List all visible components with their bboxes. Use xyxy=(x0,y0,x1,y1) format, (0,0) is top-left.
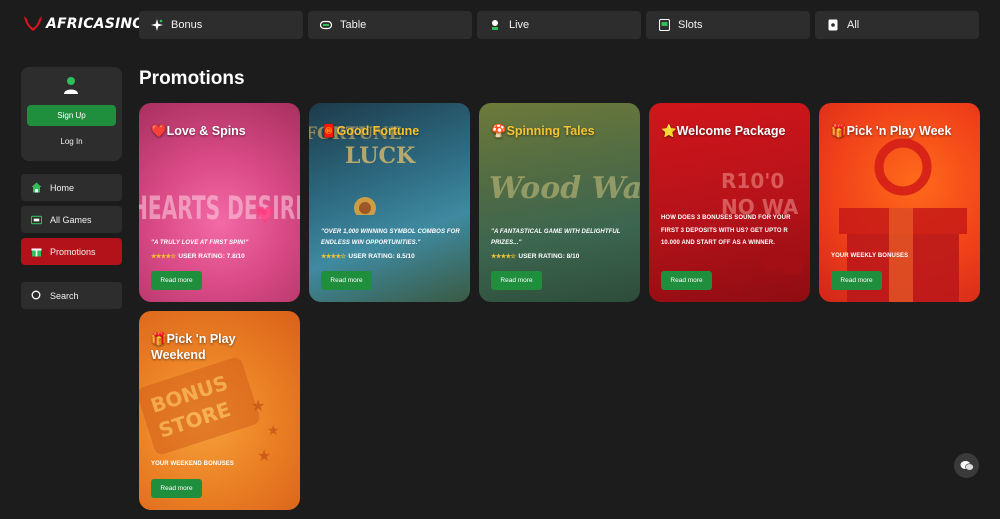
gift-icon: 🎁 xyxy=(151,332,167,346)
card-description: "A truly love at first spin!" xyxy=(151,240,249,246)
nav-slots-label: Slots xyxy=(678,19,703,31)
card-title: ⭐Welcome Package xyxy=(661,124,786,138)
card-rating: ★★★★☆ USER RATING: 7.8/10 xyxy=(151,253,245,260)
sign-up-button[interactable]: Sign Up xyxy=(27,105,116,126)
card-title: 🎁Pick 'n Play Weekend xyxy=(151,332,236,362)
search-icon xyxy=(31,290,42,301)
card-rating: ★★★★☆ USER RATING: 8/10 xyxy=(491,253,580,260)
card-description: Your weekend bonuses xyxy=(151,461,235,467)
sidebar-item-all-games-label: All Games xyxy=(50,214,92,225)
card-title: ❤️Love & Spins xyxy=(151,124,246,138)
promo-card-welcome-package[interactable]: R10'0 NO WA ⭐Welcome Package How does 3 … xyxy=(649,103,810,302)
card-description: Your weekly bonuses xyxy=(831,253,909,259)
rating-stars-icon: ★★★★☆ xyxy=(491,254,516,260)
read-more-button[interactable]: Read more xyxy=(661,271,712,290)
spinning-tales-art: Wood Wanders xyxy=(489,171,640,206)
mushroom-icon: 🍄 xyxy=(491,124,507,138)
nav-live-label: Live xyxy=(509,19,530,31)
card-title: 🎁Pick 'n Play Week xyxy=(831,124,952,138)
heart-icon: ❤️ xyxy=(151,124,167,138)
user-icon xyxy=(64,77,78,94)
card-description: How does 3 bonuses sound for your first … xyxy=(661,215,791,246)
promo-card-love-spins[interactable]: HEARTS DESIRE ❤️Love & Spins "A truly lo… xyxy=(139,103,300,302)
top-nav: Bonus Table Live Slots All xyxy=(139,11,979,39)
rating-stars-icon: ★★★★☆ xyxy=(321,254,346,260)
nav-table-label: Table xyxy=(340,19,367,31)
nav-bonus-label: Bonus xyxy=(171,19,203,31)
page-title: Promotions xyxy=(139,68,245,89)
card-description: "A fantastical game with delightful priz… xyxy=(491,229,621,246)
sidebar-item-home[interactable]: Home xyxy=(21,174,122,201)
nav-bonus[interactable]: Bonus xyxy=(139,11,303,39)
welcome-package-art-line-1: R10'0 xyxy=(721,169,784,193)
svg-text:★: ★ xyxy=(251,398,265,415)
gift-icon: 🎁 xyxy=(831,124,847,138)
nav-all-label: All xyxy=(847,19,860,31)
account-panel: Sign Up Log In xyxy=(21,67,122,161)
card-title: 🧧Good Fortune xyxy=(321,124,420,138)
hearts-desire-art-line-1: HEARTS DESIRE xyxy=(139,189,300,227)
brand-logo[interactable]: AFRICASINO xyxy=(22,14,144,34)
live-chat-button[interactable] xyxy=(954,453,979,478)
read-more-button[interactable]: Read more xyxy=(831,271,882,290)
sidebar-search-label: Search xyxy=(50,290,79,301)
read-more-button[interactable]: Read more xyxy=(151,479,202,498)
card-description: "Over 1,000 winning symbol combos for en… xyxy=(321,229,460,246)
rating-stars-icon: ★★★★☆ xyxy=(151,254,176,260)
chat-icon xyxy=(960,460,974,471)
read-more-button[interactable]: Read more xyxy=(491,271,542,290)
sidebar-search[interactable]: Search xyxy=(21,282,122,309)
good-fortune-art-line-2: LUCK xyxy=(345,143,416,169)
read-more-button[interactable]: Read more xyxy=(151,271,202,290)
promo-card-pick-n-play-weekend[interactable]: BONUS STORE ★ ★ ★ 🎁Pick 'n Play Weekend … xyxy=(139,311,300,510)
svg-text:★: ★ xyxy=(267,422,280,438)
gift-icon xyxy=(31,246,42,257)
bonus-store-art: BONUS STORE ★ ★ ★ xyxy=(139,357,280,465)
card-rating: ★★★★☆ USER RATING: 8.5/10 xyxy=(321,253,415,260)
sidebar-item-promotions-label: Promotions xyxy=(50,246,96,257)
promo-card-spinning-tales[interactable]: Wood Wanders 🍄Spinning Tales "A fantasti… xyxy=(479,103,640,302)
home-icon xyxy=(31,182,42,193)
nav-slots[interactable]: Slots xyxy=(646,11,810,39)
nav-table[interactable]: Table xyxy=(308,11,472,39)
sparkle-icon xyxy=(151,19,163,31)
spinning-tales-art: Wood Wanders xyxy=(489,171,640,206)
chip-icon xyxy=(320,19,332,31)
star-icon: ⭐ xyxy=(661,124,677,138)
sidebar-item-promotions[interactable]: Promotions xyxy=(21,238,122,265)
live-icon xyxy=(489,19,501,31)
promo-card-pick-n-play-week[interactable]: 🎁Pick 'n Play Week Your weekly bonuses R… xyxy=(819,103,980,302)
sidebar-item-home-label: Home xyxy=(50,182,75,193)
brand-name: AFRICASINO xyxy=(46,16,145,32)
games-icon xyxy=(31,214,42,225)
log-in-button[interactable]: Log In xyxy=(27,133,116,151)
promo-card-good-fortune[interactable]: FORTUNE LUCK 🧧Good Fortune "Over 1,000 w… xyxy=(309,103,470,302)
slot-machine-icon xyxy=(658,19,670,31)
card-title: 🍄Spinning Tales xyxy=(491,124,595,138)
horns-logo-icon xyxy=(24,16,42,31)
sidebar-item-all-games[interactable]: All Games xyxy=(21,206,122,233)
nav-live[interactable]: Live xyxy=(477,11,641,39)
card-icon xyxy=(827,19,839,31)
read-more-button[interactable]: Read more xyxy=(321,271,372,290)
nav-all[interactable]: All xyxy=(815,11,979,39)
red-envelope-icon: 🧧 xyxy=(321,124,337,138)
